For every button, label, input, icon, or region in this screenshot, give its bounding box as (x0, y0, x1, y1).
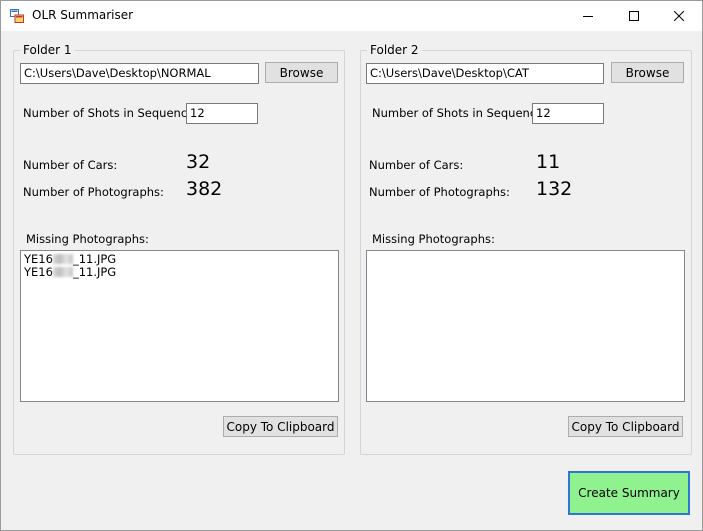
folder2-shots-input[interactable] (532, 103, 604, 124)
folder2-path-input[interactable] (366, 63, 604, 84)
folder1-missing-list[interactable]: YE16 _11.JPG YE16 _11.JPG (20, 250, 339, 402)
redacted-text (52, 267, 73, 277)
folder2-photos-value: 132 (536, 178, 573, 200)
list-item[interactable]: YE16 _11.JPG (24, 266, 335, 279)
folder2-missing-label: Missing Photographs: (372, 232, 495, 246)
maximize-button[interactable] (611, 1, 657, 31)
folder2-browse-button[interactable]: Browse (611, 62, 684, 83)
folder1-cars-label: Number of Cars: (23, 158, 118, 172)
maximize-icon (629, 11, 639, 21)
folder1-copy-button[interactable]: Copy To Clipboard (223, 416, 338, 437)
close-icon (674, 11, 684, 21)
folder1-photos-value: 382 (186, 178, 223, 200)
folder2-photos-label: Number of Photographs: (369, 185, 510, 199)
folder2-cars-label: Number of Cars: (369, 158, 464, 172)
folder1-shots-input[interactable] (186, 103, 258, 124)
close-button[interactable] (656, 1, 702, 31)
folder1-legend: Folder 1 (20, 43, 75, 57)
folder1-missing-label: Missing Photographs: (26, 232, 149, 246)
folder1-cars-value: 32 (186, 151, 211, 173)
app-window: OLR Summariser Folder 1 Browse Number of… (0, 0, 703, 531)
folder1-photos-label: Number of Photographs: (23, 185, 164, 199)
create-summary-button[interactable]: Create Summary (568, 471, 690, 515)
folder1-browse-button[interactable]: Browse (265, 62, 338, 83)
title-bar[interactable]: OLR Summariser (1, 1, 702, 31)
folder2-missing-list[interactable] (366, 250, 685, 402)
folder2-copy-button[interactable]: Copy To Clipboard (568, 416, 683, 437)
minimize-button[interactable] (565, 1, 611, 31)
folder2-legend: Folder 2 (367, 43, 422, 57)
folder1-shots-label: Number of Shots in Sequence (23, 106, 195, 120)
list-item[interactable]: YE16 _11.JPG (24, 253, 335, 266)
app-icon (10, 9, 24, 23)
folder2-cars-value: 11 (536, 151, 561, 173)
folder2-shots-label: Number of Shots in Sequence: (372, 106, 548, 120)
redacted-text (52, 254, 73, 264)
folder1-path-input[interactable] (20, 63, 259, 84)
minimize-icon (583, 16, 593, 17)
window-title: OLR Summariser (32, 8, 134, 22)
